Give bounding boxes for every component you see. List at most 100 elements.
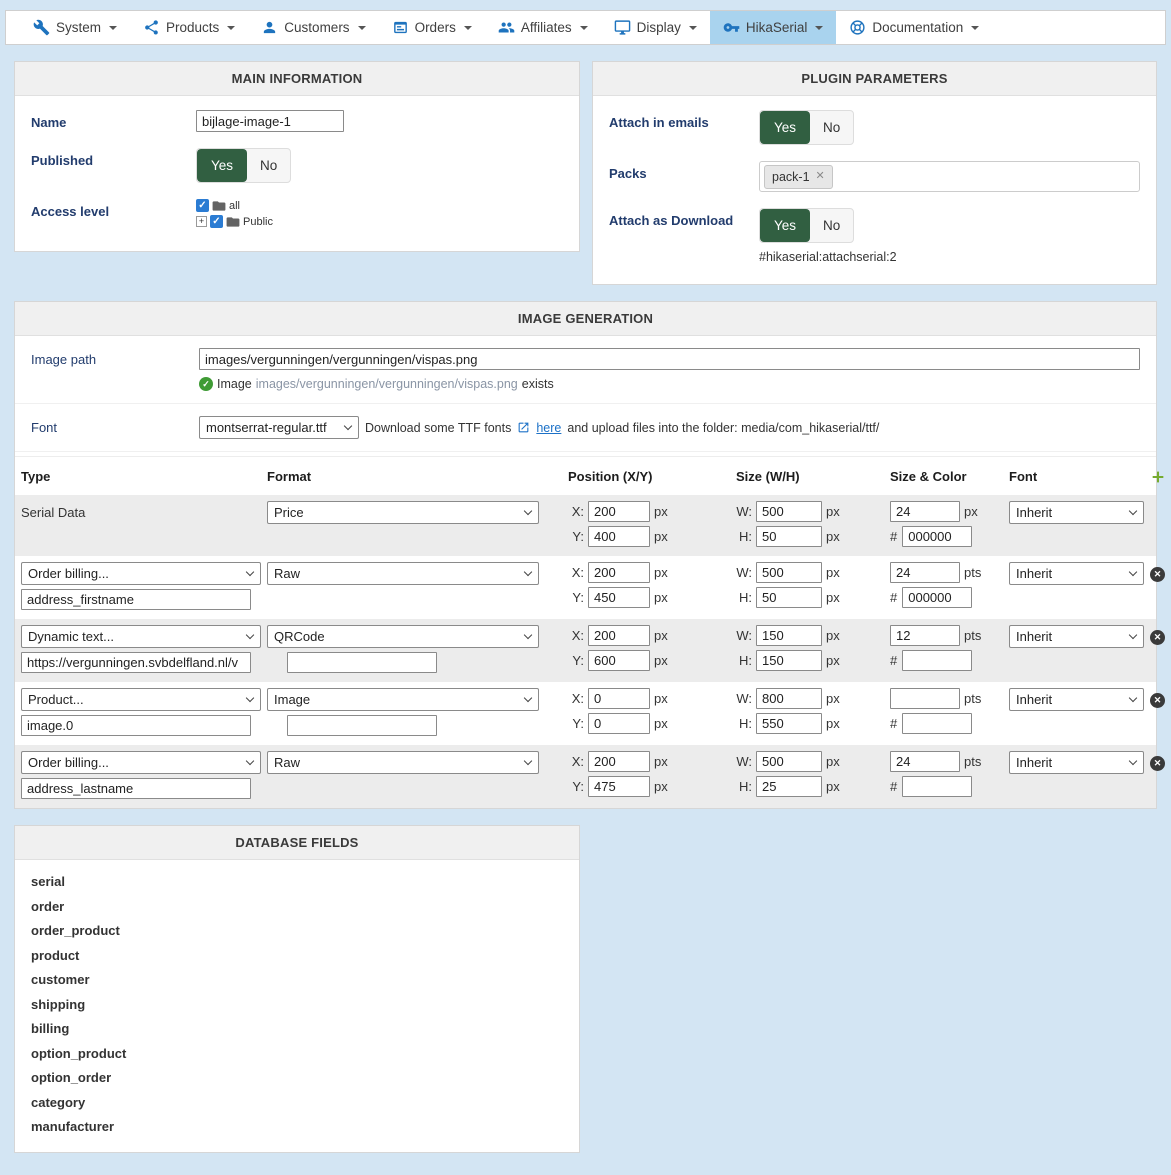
axis-label: Y: bbox=[568, 779, 584, 794]
row-type-select[interactable]: Product... bbox=[21, 688, 261, 711]
delete-row-icon[interactable]: ✕ bbox=[1150, 693, 1165, 708]
row-type-value-input[interactable] bbox=[21, 778, 251, 799]
row-fontsize-input[interactable] bbox=[890, 562, 960, 583]
row-fontsize-input[interactable] bbox=[890, 625, 960, 646]
font-select[interactable]: montserrat-regular.ttf bbox=[199, 416, 359, 439]
row-format-value-input[interactable] bbox=[287, 652, 437, 673]
row-font-select[interactable]: Inherit bbox=[1009, 501, 1144, 524]
nav-item-products[interactable]: Products bbox=[130, 11, 248, 44]
axis-label: W: bbox=[736, 691, 752, 706]
row-color-input[interactable] bbox=[902, 713, 972, 734]
row-y-input[interactable] bbox=[588, 713, 650, 734]
published-yes-button[interactable]: Yes bbox=[197, 149, 247, 182]
row-w-input[interactable] bbox=[756, 625, 822, 646]
format-cell: Raw bbox=[267, 562, 562, 585]
row-type-value-input[interactable] bbox=[21, 652, 251, 673]
row-h-input[interactable] bbox=[756, 713, 822, 734]
row-fontsize-input[interactable] bbox=[890, 501, 960, 522]
size-cell: W:pxH:px bbox=[736, 625, 884, 671]
row-type-value-input[interactable] bbox=[21, 589, 251, 610]
packs-input[interactable]: pack-1 ✕ bbox=[759, 161, 1140, 192]
axis-label: W: bbox=[736, 504, 752, 519]
unit-label: px bbox=[826, 653, 840, 668]
row-x-input[interactable] bbox=[588, 625, 650, 646]
row-type-select[interactable]: Dynamic text... bbox=[21, 625, 261, 648]
delete-row-icon[interactable]: ✕ bbox=[1150, 567, 1165, 582]
font-select-value: montserrat-regular.ttf bbox=[206, 420, 327, 435]
remove-pack-icon[interactable]: ✕ bbox=[816, 171, 825, 182]
row-y-input[interactable] bbox=[588, 587, 650, 608]
row-color-input[interactable] bbox=[902, 776, 972, 797]
row-type-select[interactable]: Order billing... bbox=[21, 562, 261, 585]
row-h-input[interactable] bbox=[756, 587, 822, 608]
row-x-input[interactable] bbox=[588, 501, 650, 522]
row-x-input[interactable] bbox=[588, 688, 650, 709]
ttf-fonts-link[interactable]: here bbox=[536, 421, 561, 435]
nav-item-orders[interactable]: Orders bbox=[379, 11, 485, 44]
published-no-button[interactable]: No bbox=[247, 149, 290, 182]
row-type-select[interactable]: Order billing... bbox=[21, 751, 261, 774]
row-font-select[interactable]: Inherit bbox=[1009, 562, 1144, 585]
nav-item-label: Documentation bbox=[872, 20, 963, 35]
row-font-select[interactable]: Inherit bbox=[1009, 625, 1144, 648]
unit-label: px bbox=[654, 529, 668, 544]
row-w-input[interactable] bbox=[756, 688, 822, 709]
plugin-parameters-title: PLUGIN PARAMETERS bbox=[593, 62, 1156, 96]
position-cell: X:pxY:px bbox=[568, 501, 730, 547]
attach-download-yes-button[interactable]: Yes bbox=[760, 209, 810, 242]
select-value: Inherit bbox=[1016, 755, 1052, 770]
nav-item-display[interactable]: Display bbox=[601, 11, 710, 44]
unit-label: px bbox=[826, 716, 840, 731]
access-level-label: Access level bbox=[31, 199, 196, 231]
nav-item-system[interactable]: System bbox=[20, 11, 130, 44]
delete-row-icon[interactable]: ✕ bbox=[1150, 756, 1165, 771]
caret-down-icon bbox=[464, 26, 472, 30]
row-font-select[interactable]: Inherit bbox=[1009, 751, 1144, 774]
nav-item-affiliates[interactable]: Affiliates bbox=[485, 11, 601, 44]
access-checkbox[interactable]: ✓ bbox=[210, 215, 223, 228]
add-row-icon[interactable] bbox=[1150, 469, 1166, 485]
row-color-input[interactable] bbox=[902, 526, 972, 547]
row-y-input[interactable] bbox=[588, 776, 650, 797]
delete-row-icon[interactable]: ✕ bbox=[1150, 630, 1165, 645]
row-type-value-input[interactable] bbox=[21, 715, 251, 736]
row-x-input[interactable] bbox=[588, 562, 650, 583]
row-color-input[interactable] bbox=[902, 587, 972, 608]
nav-item-hikaserial[interactable]: HikaSerial bbox=[710, 11, 837, 44]
select-value: Raw bbox=[274, 755, 300, 770]
attach-emails-no-button[interactable]: No bbox=[810, 111, 853, 144]
tree-expand-icon[interactable]: + bbox=[196, 216, 207, 227]
row-h-input[interactable] bbox=[756, 650, 822, 671]
row-fontsize-input[interactable] bbox=[890, 688, 960, 709]
row-color-input[interactable] bbox=[902, 650, 972, 671]
select-value: Order billing... bbox=[28, 566, 109, 581]
row-format-select[interactable]: QRCode bbox=[267, 625, 539, 648]
row-font-select[interactable]: Inherit bbox=[1009, 688, 1144, 711]
row-h-input[interactable] bbox=[756, 526, 822, 547]
access-checkbox[interactable]: ✓ bbox=[196, 199, 209, 212]
nav-item-customers[interactable]: Customers bbox=[248, 11, 378, 44]
row-w-input[interactable] bbox=[756, 501, 822, 522]
size-cell: W:pxH:px bbox=[736, 562, 884, 608]
name-input[interactable] bbox=[196, 110, 344, 132]
row-h-input[interactable] bbox=[756, 776, 822, 797]
row-w-input[interactable] bbox=[756, 562, 822, 583]
row-format-value-input[interactable] bbox=[287, 715, 437, 736]
row-format-select[interactable]: Raw bbox=[267, 751, 539, 774]
row-x-input[interactable] bbox=[588, 751, 650, 772]
attach-emails-yes-button[interactable]: Yes bbox=[760, 111, 810, 144]
row-format-select[interactable]: Price bbox=[267, 501, 539, 524]
attach-download-no-button[interactable]: No bbox=[810, 209, 853, 242]
access-item-label: all bbox=[229, 200, 240, 212]
row-format-select[interactable]: Raw bbox=[267, 562, 539, 585]
row-fontsize-input[interactable] bbox=[890, 751, 960, 772]
row-format-select[interactable]: Image bbox=[267, 688, 539, 711]
row-y-input[interactable] bbox=[588, 650, 650, 671]
axis-label: W: bbox=[736, 754, 752, 769]
image-path-input[interactable] bbox=[199, 348, 1140, 370]
unit-label: px bbox=[654, 504, 668, 519]
row-y-input[interactable] bbox=[588, 526, 650, 547]
nav-item-documentation[interactable]: Documentation bbox=[836, 11, 992, 44]
row-w-input[interactable] bbox=[756, 751, 822, 772]
unit-label: pts bbox=[964, 754, 981, 769]
